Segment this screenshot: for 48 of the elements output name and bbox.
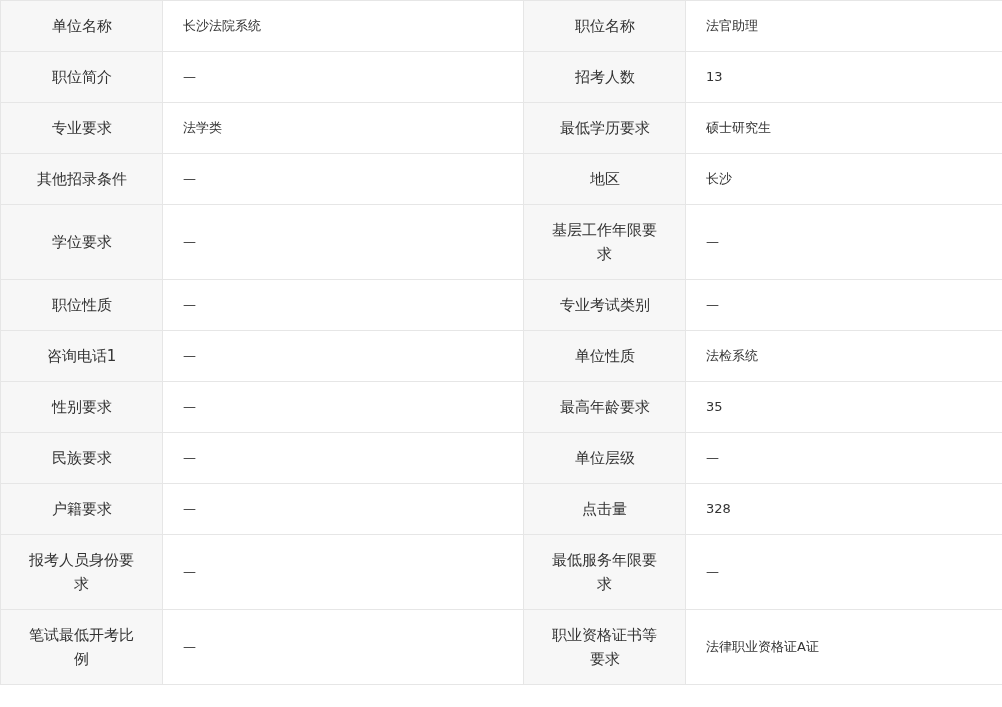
field-label: 基层工作年限要求 [523,204,686,280]
field-label: 职位简介 [0,51,163,103]
field-value: — [162,204,524,280]
field-value: 硕士研究生 [685,102,1002,154]
field-label: 最高年龄要求 [523,381,686,433]
field-value: — [162,609,524,685]
field-label: 最低服务年限要求 [523,534,686,610]
field-value: 长沙法院系统 [162,0,524,52]
field-label: 单位层级 [523,432,686,484]
field-value: — [685,279,1002,331]
field-value: 法检系统 [685,330,1002,382]
field-label: 单位名称 [0,0,163,52]
field-label: 其他招录条件 [0,153,163,205]
field-value: 法官助理 [685,0,1002,52]
field-label: 点击量 [523,483,686,535]
field-value: 13 [685,51,1002,103]
field-label: 户籍要求 [0,483,163,535]
field-value: 法律职业资格证A证 [685,609,1002,685]
field-label: 笔试最低开考比例 [0,609,163,685]
field-label: 性别要求 [0,381,163,433]
field-label: 民族要求 [0,432,163,484]
field-value: — [685,204,1002,280]
field-label: 职位性质 [0,279,163,331]
field-label: 专业考试类别 [523,279,686,331]
field-value: 35 [685,381,1002,433]
field-label: 职位名称 [523,0,686,52]
field-value: — [162,279,524,331]
field-value: — [162,330,524,382]
field-label: 职业资格证书等要求 [523,609,686,685]
field-label: 咨询电话1 [0,330,163,382]
field-value: — [685,432,1002,484]
field-value: — [685,534,1002,610]
field-value: 328 [685,483,1002,535]
field-value: 长沙 [685,153,1002,205]
field-value: — [162,534,524,610]
field-value: — [162,51,524,103]
field-label: 招考人数 [523,51,686,103]
field-value: — [162,432,524,484]
field-value: — [162,153,524,205]
field-value: — [162,381,524,433]
field-label: 专业要求 [0,102,163,154]
field-label: 地区 [523,153,686,205]
field-value: — [162,483,524,535]
field-label: 学位要求 [0,204,163,280]
field-label: 单位性质 [523,330,686,382]
field-value: 法学类 [162,102,524,154]
field-label: 最低学历要求 [523,102,686,154]
field-label: 报考人员身份要求 [0,534,163,610]
